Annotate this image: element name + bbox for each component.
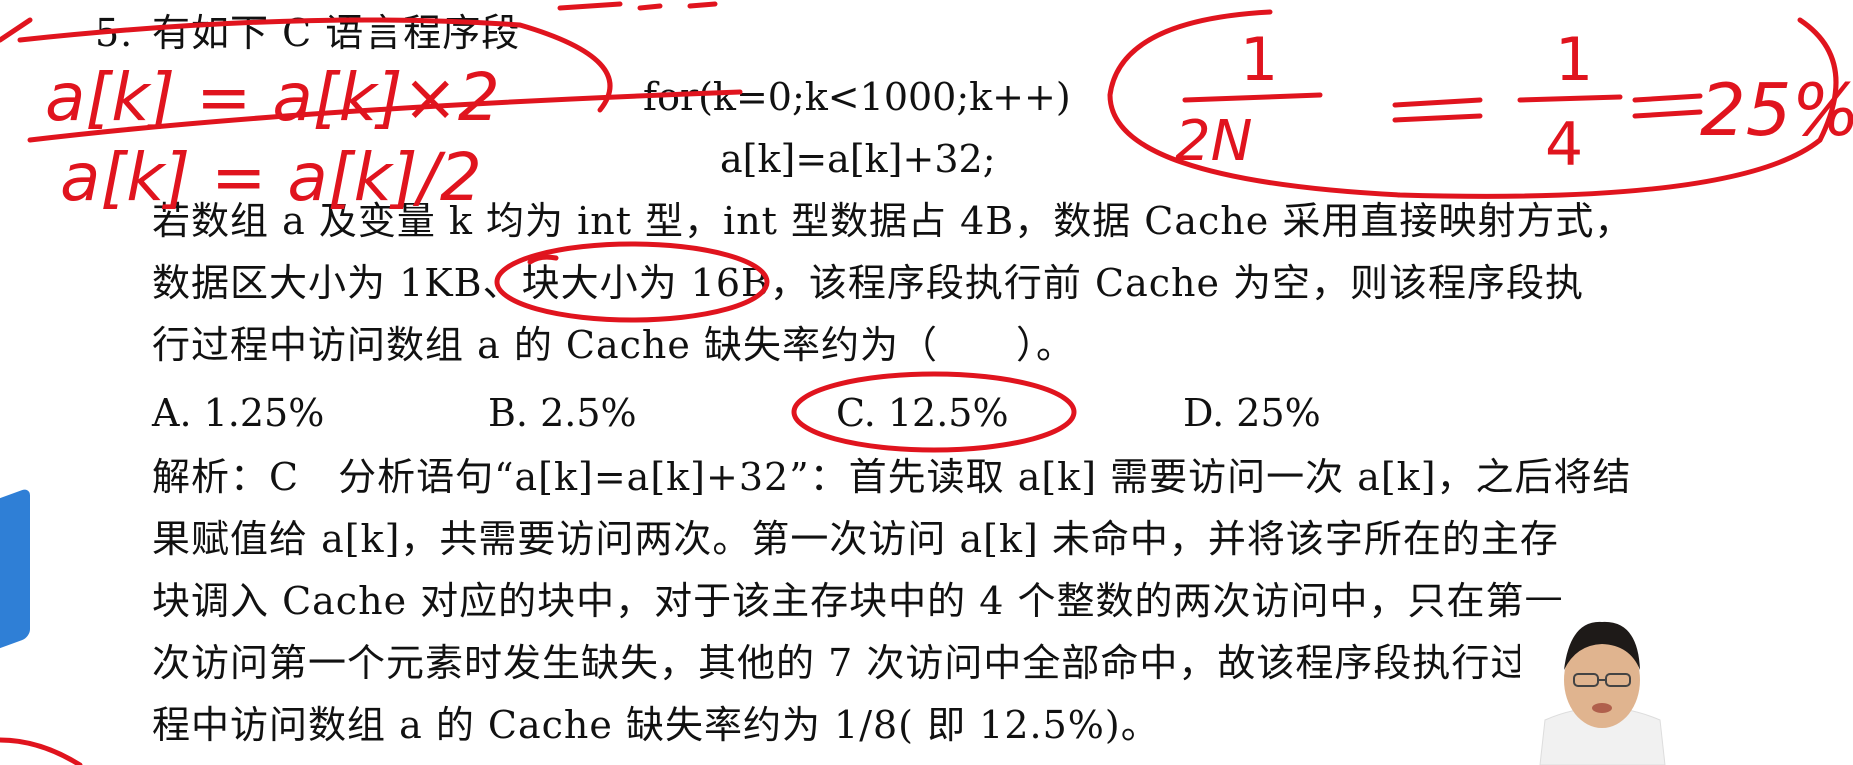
analysis-line-5: 程中访问数组 a 的 Cache 缺失率约为 1/8( 即 12.5%)。: [152, 703, 1160, 747]
analysis-line-2: 果赋值给 a[k]，共需要访问两次。第一次访问 a[k] 未命中，并将该字所在的…: [152, 517, 1559, 561]
document-page: 5. 有如下 C 语言程序段 for(k=0;k<1000;k++) a[k]=…: [0, 0, 1853, 765]
ink-frac1-num: 1: [1240, 25, 1278, 95]
ink-frac2-num: 1: [1555, 25, 1593, 95]
ink-equal2-bottom: [1632, 109, 1703, 119]
ink-stroke-bottom: [0, 737, 83, 765]
code-line-for: for(k=0;k<1000;k++): [643, 75, 1071, 119]
option-d: D. 25%: [1183, 391, 1321, 435]
question-number: 5.: [95, 11, 134, 55]
analysis-line-1: 解析：C 分析语句“a[k]=a[k]+32”：首先读取 a[k] 需要访问一次…: [152, 455, 1632, 499]
question-title: 有如下 C 语言程序段: [152, 11, 521, 55]
question-body-line-3: 行过程中访问数组 a 的 Cache 缺失率约为（ ）。: [152, 323, 1075, 367]
ink-strike: [27, 89, 743, 143]
option-c: C. 12.5%: [836, 391, 1009, 435]
ink-result: 25%: [1700, 68, 1853, 152]
side-badge: [0, 487, 30, 663]
ink-frac2-bar: [1517, 94, 1623, 103]
ink-equal-top: [1392, 97, 1483, 108]
code-line-assign: a[k]=a[k]+32;: [720, 137, 996, 181]
ink-frac2-den: 4: [1545, 110, 1583, 180]
ink-dash: [637, 3, 663, 11]
analysis-line-4: 次访问第一个元素时发生缺失，其他的 7 次访问中全部命中，故该程序段执行过: [152, 641, 1530, 685]
ink-frac1-den: 2N: [1175, 109, 1253, 174]
presenter-video-thumbnail: [1520, 600, 1685, 765]
ink-equal2-top: [1632, 93, 1703, 103]
ink-dash: [687, 1, 718, 9]
option-a: A. 1.25%: [152, 391, 325, 435]
ink-formula-1: a[k] = a[k]×2: [45, 59, 500, 136]
ink-equal-bottom: [1392, 113, 1483, 123]
question-body-line-2: 数据区大小为 1KB、块大小为 16B，该程序段执行前 Cache 为空，则该程…: [152, 261, 1585, 305]
ink-stroke: [0, 17, 33, 43]
ink-dash: [557, 1, 623, 11]
ink-ellipse-fraction: [1107, 9, 1839, 199]
option-b: B. 2.5%: [488, 391, 637, 435]
analysis-line-3: 块调入 Cache 对应的块中，对于该主存块中的 4 个整数的两次访问中，只在第…: [152, 579, 1564, 623]
question-body-line-1: 若数组 a 及变量 k 均为 int 型，int 型数据占 4B，数据 Cach…: [152, 199, 1634, 243]
ink-frac1-bar: [1182, 92, 1323, 103]
